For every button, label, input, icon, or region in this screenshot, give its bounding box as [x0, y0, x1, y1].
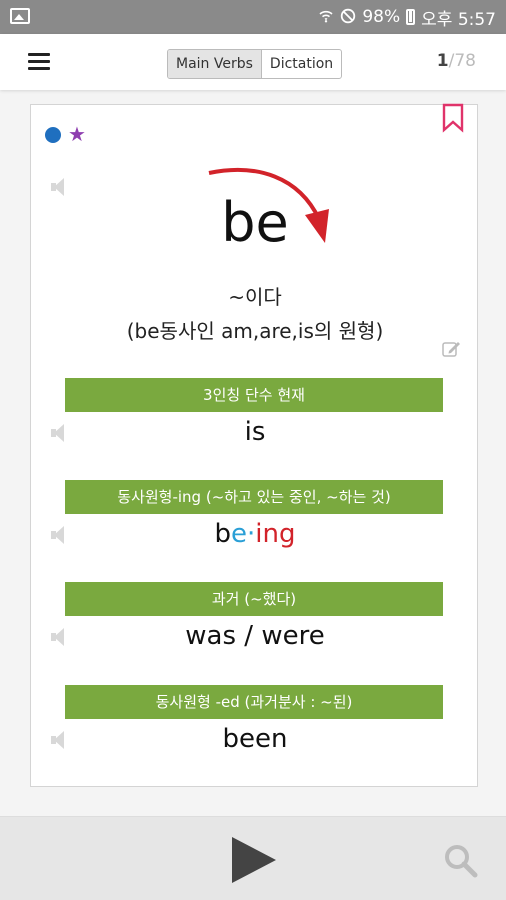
- play-icon[interactable]: [232, 837, 276, 883]
- gallery-icon: [10, 8, 30, 24]
- battery-icon: [406, 9, 416, 25]
- wifi-icon: [318, 8, 334, 27]
- status-bar: 98% 오후 5:57: [0, 0, 506, 34]
- bottom-bar: [0, 816, 506, 900]
- form-ing: be·ing: [31, 519, 479, 549]
- tab-main-verbs[interactable]: Main Verbs: [168, 50, 262, 78]
- mode-tabs: Main Verbs Dictation: [167, 49, 343, 79]
- meaning-line-1: ~이다: [228, 285, 282, 309]
- mute-icon: [340, 8, 356, 27]
- meaning-line-2: (be동사인 am,are,is의 원형): [126, 319, 384, 343]
- edit-icon[interactable]: [441, 339, 461, 359]
- star-icon[interactable]: ★: [68, 122, 86, 146]
- app-bar: Main Verbs Dictation 1/78: [0, 34, 506, 90]
- hamburger-icon[interactable]: [28, 53, 50, 71]
- battery-percent: 98%: [362, 7, 401, 27]
- form-past: was / were: [185, 621, 325, 651]
- blue-dot-icon: [45, 127, 61, 143]
- search-icon[interactable]: [442, 842, 478, 878]
- counter-total: /78: [448, 51, 476, 71]
- bookmark-icon[interactable]: [442, 103, 464, 133]
- form-ing-stem: b: [214, 519, 232, 549]
- section-header-past-participle: 동사원형 -ed (과거분사 : ~된): [65, 685, 443, 719]
- clock: 오후 5:57: [421, 9, 496, 30]
- verb-card: ★ be ~이다 (be동사인 am,are,is의 원형) 3인칭 단수 현재…: [30, 103, 479, 787]
- verb-word: be: [221, 191, 289, 254]
- counter-current: 1: [436, 51, 449, 71]
- form-ing-suffix: ing: [255, 519, 296, 549]
- section-header-third-person: 3인칭 단수 현재: [65, 378, 443, 412]
- section-header-ing: 동사원형-ing (~하고 있는 중인, ~하는 것): [65, 480, 443, 514]
- tab-dictation[interactable]: Dictation: [262, 50, 341, 78]
- form-past-participle: been: [222, 724, 288, 754]
- section-header-past: 과거 (~했다): [65, 582, 443, 616]
- form-third-person: is: [244, 417, 266, 447]
- form-ing-dot: e·: [231, 519, 256, 549]
- card-counter: 1/78: [437, 51, 476, 71]
- status-right: 98% 오후 5:57: [318, 0, 496, 34]
